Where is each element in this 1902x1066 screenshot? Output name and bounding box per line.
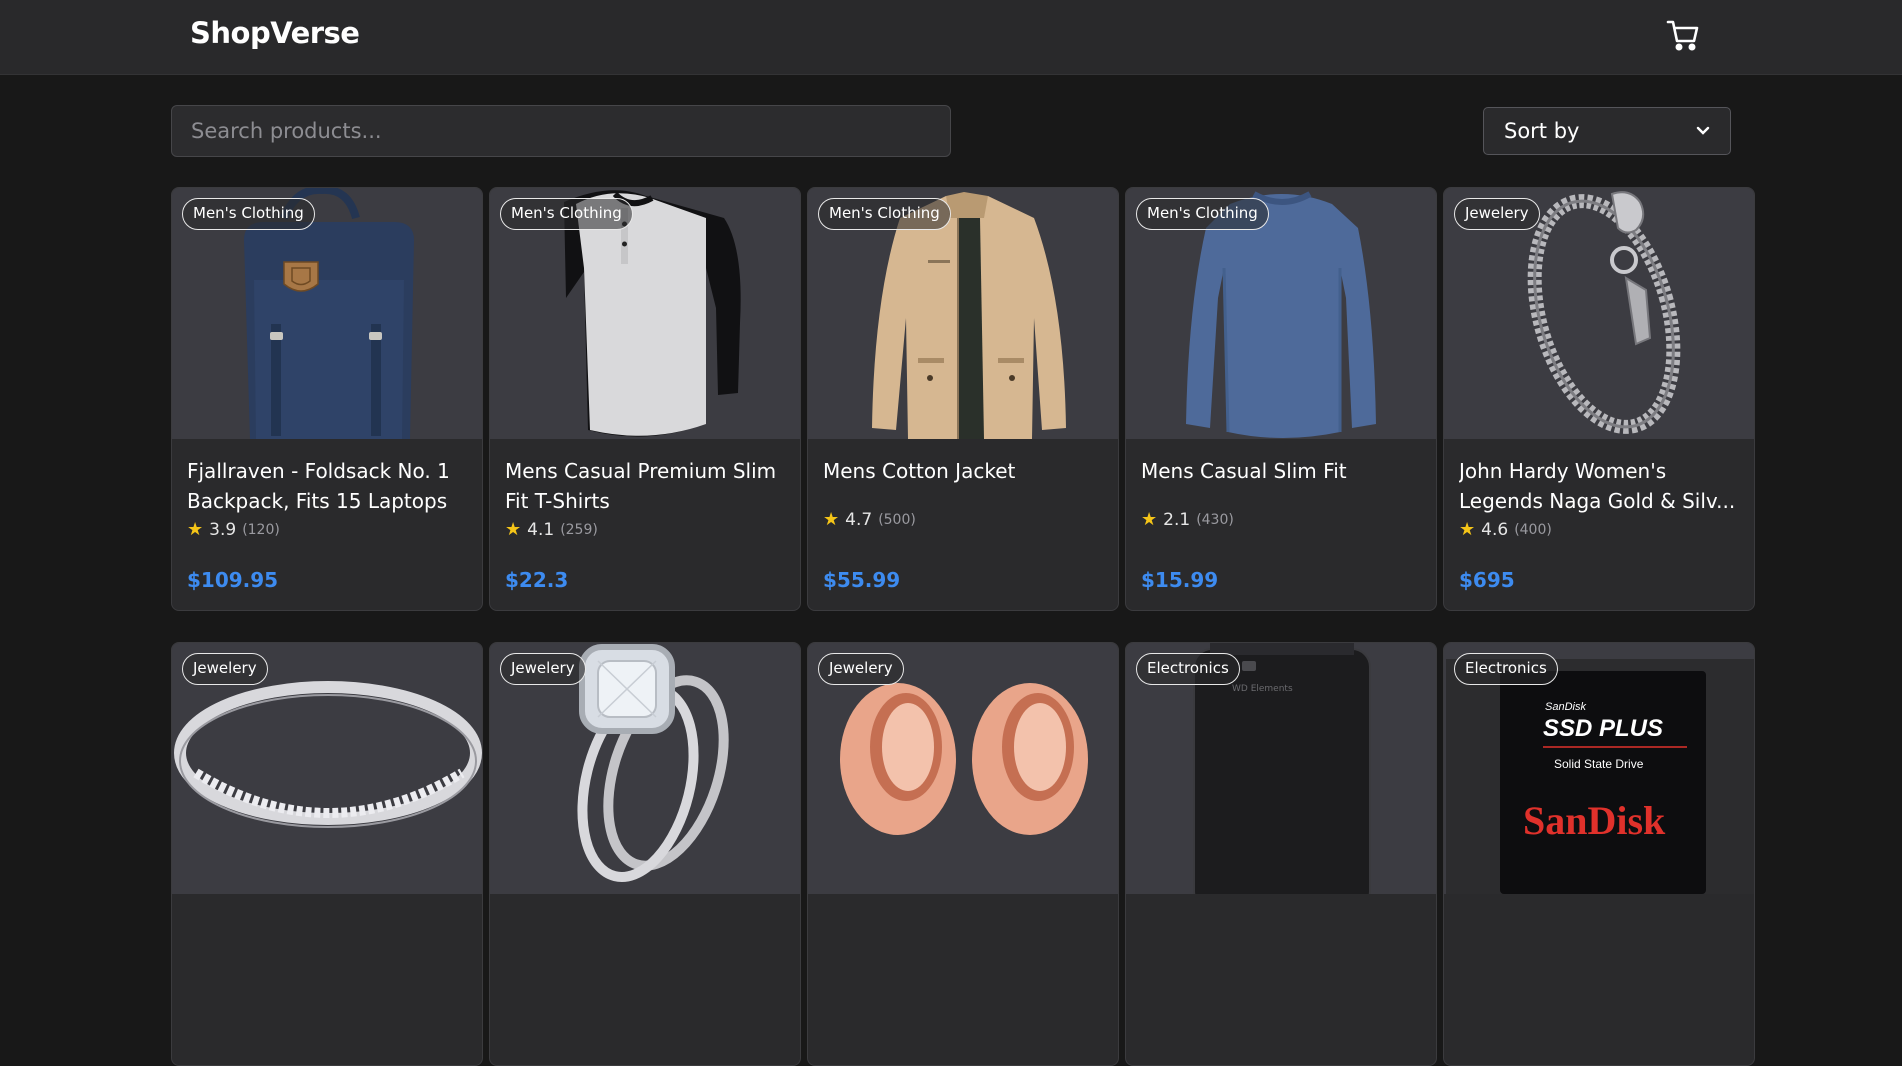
product-price: $695: [1459, 568, 1515, 592]
product-card[interactable]: Jewelery: [807, 642, 1119, 1066]
rating-score: 4.7: [845, 509, 873, 530]
product-card[interactable]: Men's Clothing Mens Casual Premium Slim …: [489, 187, 801, 611]
product-card[interactable]: Men's Clothing Mens Cotton Jacket ★ 4.7 …: [807, 187, 1119, 611]
star-icon: ★: [1459, 519, 1476, 540]
category-badge: Electronics: [1454, 653, 1558, 685]
product-price: $109.95: [187, 568, 279, 592]
ssd-subtitle: Solid State Drive: [1554, 757, 1644, 771]
category-badge: Jewelery: [182, 653, 268, 685]
chevron-down-icon: [1696, 126, 1710, 135]
product-title[interactable]: Mens Cotton Jacket: [823, 456, 1109, 486]
ssd-brand-small: SanDisk: [1545, 701, 1586, 713]
category-badge: Men's Clothing: [500, 198, 633, 230]
search-input[interactable]: [171, 105, 951, 157]
product-card[interactable]: Men's Clothing Fjallraven - Foldsack No.…: [171, 187, 483, 611]
product-card[interactable]: SanDisk SSD PLUS Solid State Drive SanDi…: [1443, 642, 1755, 1066]
category-badge: Men's Clothing: [182, 198, 315, 230]
category-badge: Jewelery: [1454, 198, 1540, 230]
product-title[interactable]: John Hardy Women's Legends Naga Gold & S…: [1459, 456, 1745, 516]
rating-score: 2.1: [1163, 509, 1191, 530]
rating-count: (430): [1196, 511, 1234, 528]
ssd-brand-logo: SanDisk: [1523, 798, 1666, 843]
rating-score: 4.6: [1481, 519, 1509, 540]
star-icon: ★: [505, 519, 522, 540]
product-card[interactable]: Jewelery John Hardy Women's Legends Naga…: [1443, 187, 1755, 611]
rating-count: (259): [560, 521, 598, 538]
product-card[interactable]: Men's Clothing Mens Casual Slim Fit ★ 2.…: [1125, 187, 1437, 611]
product-rating: ★ 4.6 (400): [1459, 519, 1552, 540]
hard-drive-label: WD Elements: [1232, 684, 1293, 694]
product-price: $22.3: [505, 568, 569, 592]
product-title[interactable]: Mens Casual Premium Slim Fit T-Shirts: [505, 456, 791, 516]
rating-score: 4.1: [527, 519, 555, 540]
product-card[interactable]: Jewelery: [489, 642, 801, 1066]
brand-logo[interactable]: ShopVerse: [190, 16, 360, 50]
product-price: $55.99: [823, 568, 901, 592]
sort-select[interactable]: Sort by: [1483, 107, 1731, 155]
sort-label: Sort by: [1504, 119, 1580, 143]
rating-count: (400): [1514, 521, 1552, 538]
product-price: $15.99: [1141, 568, 1219, 592]
category-badge: Electronics: [1136, 653, 1240, 685]
category-badge: Men's Clothing: [1136, 198, 1269, 230]
product-title[interactable]: Fjallraven - Foldsack No. 1 Backpack, Fi…: [187, 456, 473, 516]
rating-score: 3.9: [209, 519, 237, 540]
top-bar: ShopVerse: [0, 0, 1902, 75]
category-badge: Men's Clothing: [818, 198, 951, 230]
product-title[interactable]: Mens Casual Slim Fit: [1141, 456, 1427, 486]
star-icon: ★: [823, 509, 840, 530]
rating-count: (120): [242, 521, 280, 538]
product-rating: ★ 2.1 (430): [1141, 509, 1234, 530]
ssd-model: SSD PLUS: [1543, 715, 1663, 742]
category-badge: Jewelery: [500, 653, 586, 685]
product-rating: ★ 4.7 (500): [823, 509, 916, 530]
star-icon: ★: [1141, 509, 1158, 530]
product-card[interactable]: Jewelery: [171, 642, 483, 1066]
category-badge: Jewelery: [818, 653, 904, 685]
product-card[interactable]: WD Elements Electronics: [1125, 642, 1437, 1066]
product-rating: ★ 4.1 (259): [505, 519, 598, 540]
star-icon: ★: [187, 519, 204, 540]
shopping-cart-icon[interactable]: [1666, 18, 1700, 52]
rating-count: (500): [878, 511, 916, 528]
product-rating: ★ 3.9 (120): [187, 519, 280, 540]
